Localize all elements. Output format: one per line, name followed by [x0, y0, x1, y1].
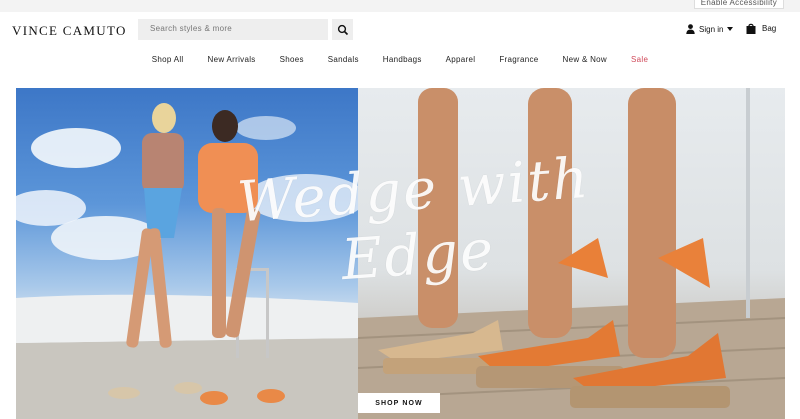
brand-logo[interactable]: VINCE CAMUTO	[12, 23, 127, 39]
bag-label: Bag	[762, 24, 777, 33]
shop-now-button[interactable]: SHOP NOW	[358, 393, 440, 413]
enable-accessibility-link[interactable]: Enable Accessibility	[693, 0, 784, 9]
nav-new-and-now[interactable]: New & Now	[551, 55, 620, 64]
main-navigation: Shop All New Arrivals Shoes Sandals Hand…	[0, 48, 800, 70]
search-placeholder: Search styles & more	[150, 24, 233, 33]
search-input[interactable]: Search styles & more	[138, 19, 328, 40]
nav-sale[interactable]: Sale	[619, 55, 660, 64]
search-icon	[337, 24, 348, 35]
nav-sandals[interactable]: Sandals	[316, 55, 371, 64]
nav-shop-all[interactable]: Shop All	[140, 55, 196, 64]
shopping-bag-icon	[746, 23, 756, 34]
top-utility-bar: Enable Accessibility	[0, 0, 800, 12]
nav-apparel[interactable]: Apparel	[434, 55, 488, 64]
hero-banner[interactable]: Wedge with Edge SHOP NOW	[16, 88, 785, 419]
sign-in-button[interactable]: Sign in	[686, 24, 734, 34]
header: VINCE CAMUTO Search styles & more Sign i…	[0, 12, 800, 48]
sign-in-label: Sign in	[699, 24, 724, 34]
bag-button[interactable]: Bag	[746, 23, 776, 34]
nav-new-arrivals[interactable]: New Arrivals	[196, 55, 268, 64]
chevron-down-icon	[727, 27, 734, 31]
search-button[interactable]	[332, 19, 353, 40]
nav-shoes[interactable]: Shoes	[268, 55, 316, 64]
user-icon	[686, 24, 695, 34]
nav-fragrance[interactable]: Fragrance	[487, 55, 550, 64]
nav-handbags[interactable]: Handbags	[371, 55, 434, 64]
